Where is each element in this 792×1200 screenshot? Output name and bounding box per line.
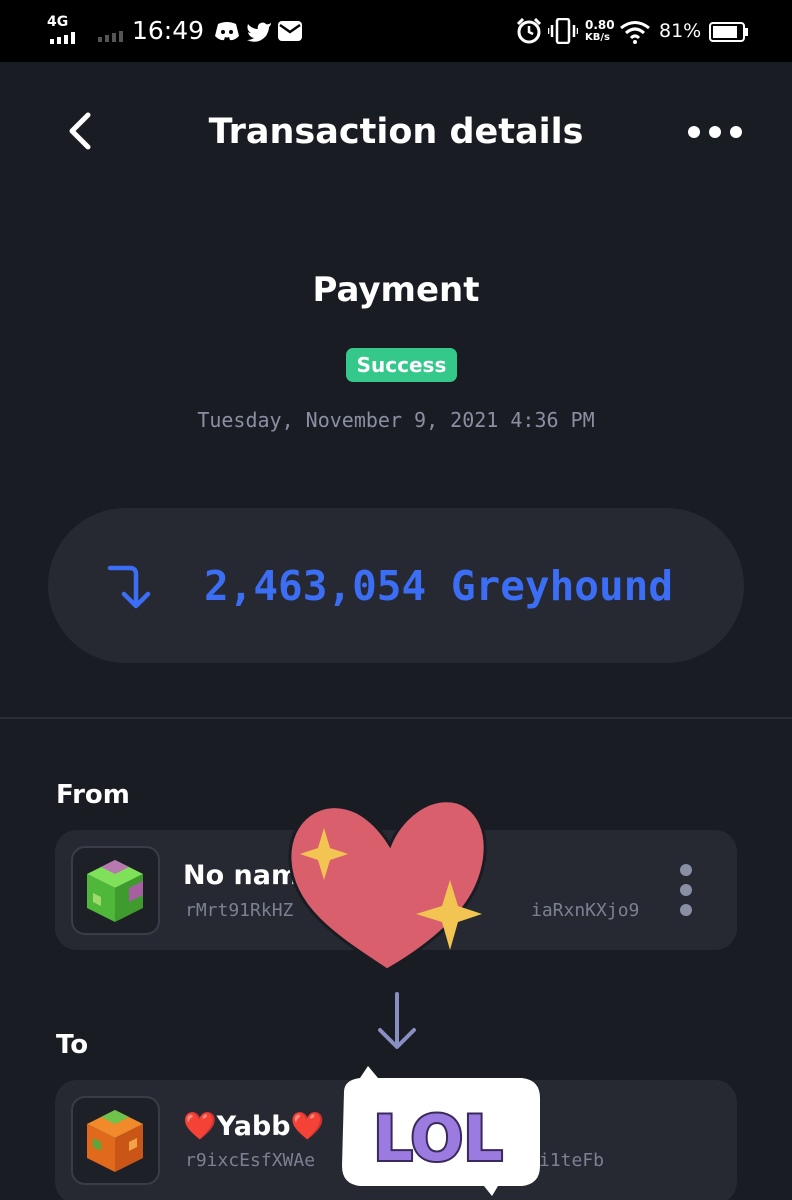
status-bar: 4G 16:49 0.80 KB/s 81% (0, 0, 792, 62)
from-address-end: iaRxnKXjo9 (531, 900, 640, 921)
battery-percent: 81% (659, 20, 702, 42)
battery-icon (709, 22, 748, 42)
vibrate-icon (548, 18, 578, 44)
incoming-arrow-icon (107, 565, 151, 609)
more-vertical-icon[interactable] (673, 860, 699, 920)
orange-cube-avatar-icon (87, 1110, 143, 1172)
from-avatar (71, 846, 160, 935)
transaction-amount: 2,463,054 Greyhound (204, 562, 673, 610)
to-account-name: ❤️Yabb❤️ (183, 1111, 325, 1142)
from-label: From (56, 780, 130, 810)
signal-icon (50, 32, 75, 44)
transaction-type: Payment (312, 270, 480, 310)
amount-card: 2,463,054 Greyhound (48, 508, 744, 663)
discord-icon (215, 22, 239, 41)
more-options-button[interactable] (684, 114, 746, 150)
from-address-start: rMrt91RkHZ (185, 900, 294, 921)
to-label: To (56, 1030, 89, 1060)
more-horizontal-icon (688, 126, 742, 138)
mail-icon (278, 21, 302, 41)
lol-text: LOL (373, 1102, 503, 1175)
divider (0, 717, 792, 719)
arrow-down-icon (378, 992, 416, 1049)
to-address-start: r9ixcEsfXWAe (185, 1150, 316, 1171)
network-speed-value: 0.80 (585, 18, 615, 32)
status-time: 16:49 (132, 16, 205, 45)
lol-speech-bubble-sticker: LOL (342, 1066, 540, 1196)
network-type: 4G (47, 14, 69, 30)
page-title: Transaction details (208, 112, 584, 152)
to-avatar (71, 1096, 160, 1185)
green-cube-avatar-icon (87, 860, 143, 922)
signal-empty-icon (98, 31, 123, 42)
heart-sticker (288, 799, 487, 972)
to-address-end: i1teFb (539, 1150, 605, 1171)
status-badge: Success (346, 348, 457, 382)
transaction-date: Tuesday, November 9, 2021 4:36 PM (197, 408, 595, 432)
twitter-icon (247, 22, 271, 42)
network-speed-unit: KB/s (585, 32, 610, 43)
wifi-icon (620, 21, 650, 44)
alarm-icon (516, 18, 542, 44)
